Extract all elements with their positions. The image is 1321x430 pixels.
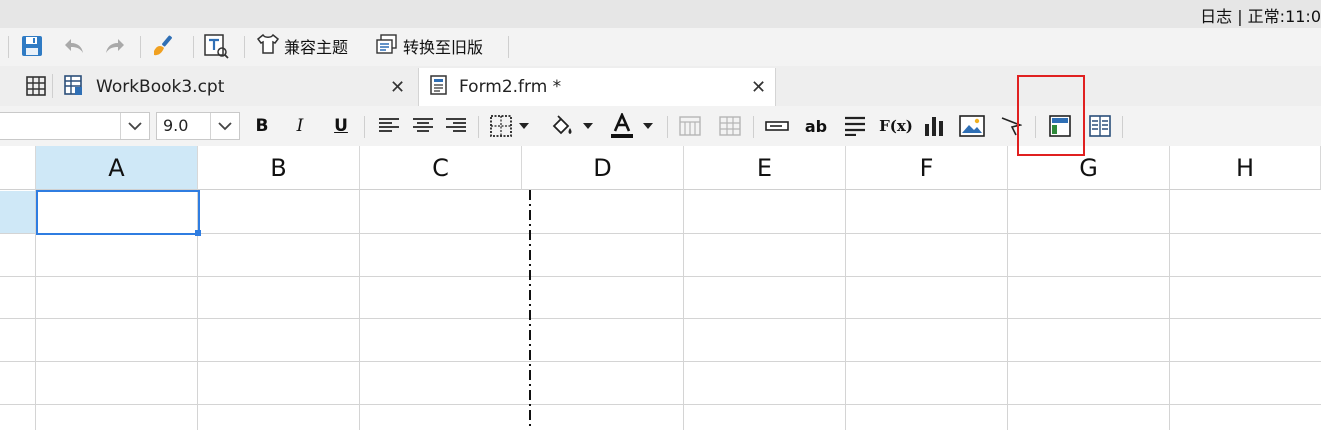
column-header-f[interactable]: F bbox=[846, 146, 1008, 190]
align-center-icon[interactable] bbox=[410, 113, 436, 139]
bold-button[interactable]: B bbox=[249, 113, 275, 139]
toolbar-divider bbox=[244, 36, 245, 58]
column-divider bbox=[683, 190, 684, 430]
redo-icon[interactable] bbox=[101, 32, 129, 60]
chart-icon[interactable] bbox=[921, 113, 947, 139]
image-icon[interactable] bbox=[959, 113, 985, 139]
chevron-down-icon[interactable] bbox=[210, 113, 239, 139]
status-bar: 日志 | 正常:11:0 bbox=[0, 0, 1321, 28]
toolbar-divider bbox=[364, 116, 365, 138]
row-divider bbox=[0, 361, 1321, 362]
close-tab-icon[interactable]: ✕ bbox=[751, 77, 766, 98]
form-icon bbox=[427, 73, 451, 102]
italic-button[interactable]: I bbox=[287, 113, 313, 139]
main-toolbar: 兼容主题 转换至旧版 bbox=[0, 28, 1321, 66]
paragraph-icon[interactable] bbox=[842, 113, 868, 139]
formula-button[interactable]: F(x) bbox=[879, 113, 913, 139]
text-preview-icon[interactable] bbox=[202, 32, 230, 60]
toolbar-divider bbox=[478, 116, 479, 138]
column-divider bbox=[359, 190, 360, 430]
font-size-value: 9.0 bbox=[163, 116, 189, 135]
border-dropdown-icon[interactable] bbox=[516, 113, 532, 139]
format-toolbar: 9.0 B I U ab F(x) bbox=[0, 106, 1321, 146]
format-painter-icon[interactable] bbox=[150, 32, 178, 60]
column-divider bbox=[845, 190, 846, 430]
column-divider bbox=[1007, 190, 1008, 430]
toolbar-divider bbox=[1122, 116, 1123, 138]
compatible-theme-label: 兼容主题 bbox=[284, 38, 349, 57]
fill-handle[interactable] bbox=[195, 230, 201, 236]
underline-button[interactable]: U bbox=[328, 113, 354, 139]
toolbar-divider bbox=[140, 36, 141, 58]
font-size-select[interactable]: 9.0 bbox=[156, 112, 240, 140]
status-text: 日志 | 正常:11:0 bbox=[1200, 7, 1321, 26]
convert-label: 转换至旧版 bbox=[403, 38, 484, 57]
split-cells-icon[interactable] bbox=[717, 113, 743, 139]
tshirt-icon bbox=[256, 33, 280, 59]
align-left-icon[interactable] bbox=[376, 113, 402, 139]
chevron-down-icon[interactable] bbox=[120, 113, 149, 139]
workbook-icon bbox=[62, 73, 86, 102]
column-header-h[interactable]: H bbox=[1170, 146, 1321, 190]
corner-header[interactable] bbox=[0, 146, 36, 190]
toolbar-divider bbox=[8, 36, 9, 58]
tab-divider bbox=[52, 74, 53, 98]
column-header-c[interactable]: C bbox=[360, 146, 522, 190]
text-field-icon[interactable] bbox=[764, 113, 790, 139]
convert-to-old-version-button[interactable]: 转换至旧版 bbox=[375, 32, 483, 60]
new-table-icon[interactable] bbox=[22, 72, 50, 100]
compatible-theme-button[interactable]: 兼容主题 bbox=[256, 32, 348, 60]
column-header-a[interactable]: A bbox=[36, 146, 198, 190]
selected-cell-a1[interactable] bbox=[36, 190, 200, 235]
align-right-icon[interactable] bbox=[443, 113, 469, 139]
column-header-b[interactable]: B bbox=[198, 146, 360, 190]
tab-form2[interactable]: Form2.frm * ✕ bbox=[418, 68, 776, 106]
row-divider bbox=[0, 404, 1321, 405]
column-header-g[interactable]: G bbox=[1008, 146, 1170, 190]
close-tab-icon[interactable]: ✕ bbox=[390, 77, 405, 98]
tab-label: WorkBook3.cpt bbox=[96, 77, 225, 97]
highlight-annotation-box bbox=[1017, 75, 1085, 156]
column-header-d[interactable]: D bbox=[522, 146, 684, 190]
toolbar-divider bbox=[193, 36, 194, 58]
font-color-icon[interactable] bbox=[609, 113, 635, 139]
row-divider bbox=[0, 318, 1321, 319]
toolbar-divider bbox=[753, 116, 754, 138]
tab-workbook3[interactable]: WorkBook3.cpt ✕ bbox=[62, 68, 418, 106]
row-header-1[interactable] bbox=[0, 191, 35, 233]
tab-label: Form2.frm * bbox=[459, 77, 562, 97]
toolbar-divider bbox=[667, 116, 668, 138]
column-header-e[interactable]: E bbox=[684, 146, 846, 190]
font-color-dropdown-icon[interactable] bbox=[640, 113, 656, 139]
fill-color-dropdown-icon[interactable] bbox=[580, 113, 596, 139]
fill-color-icon[interactable] bbox=[549, 113, 575, 139]
row-divider bbox=[0, 276, 1321, 277]
page-break-line bbox=[529, 190, 531, 430]
border-icon[interactable] bbox=[488, 113, 514, 139]
label-widget-button[interactable]: ab bbox=[803, 113, 829, 139]
column-divider bbox=[1169, 190, 1170, 430]
toolbar-divider bbox=[508, 36, 509, 58]
tab-layout-icon[interactable] bbox=[1087, 113, 1113, 139]
undo-icon[interactable] bbox=[60, 32, 88, 60]
convert-icon bbox=[375, 33, 399, 59]
spreadsheet-grid[interactable]: A B C D E F G H bbox=[0, 146, 1321, 430]
document-tab-bar: WorkBook3.cpt ✕ Form2.frm * ✕ bbox=[0, 66, 1321, 106]
save-icon[interactable] bbox=[18, 32, 46, 60]
font-name-select[interactable] bbox=[0, 112, 150, 140]
merge-cells-icon[interactable] bbox=[677, 113, 703, 139]
